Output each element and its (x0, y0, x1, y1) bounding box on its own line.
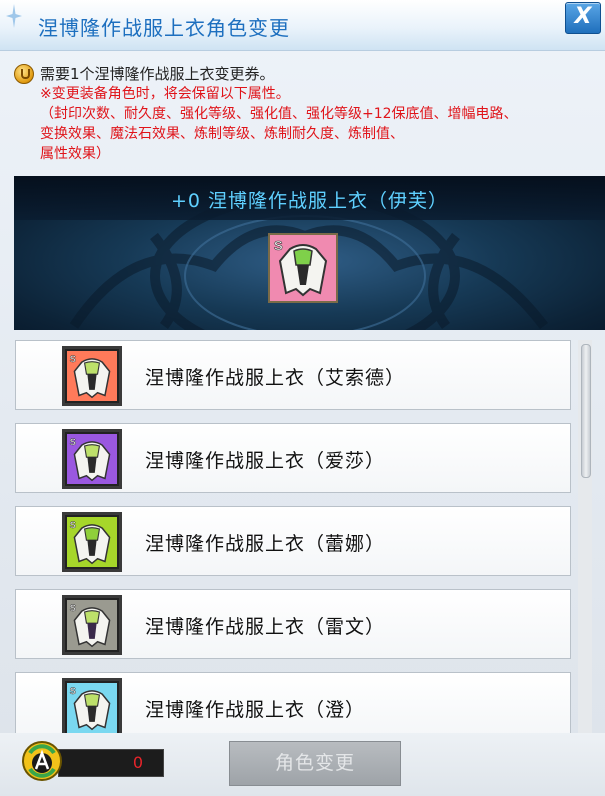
armor-top-icon: S (270, 235, 336, 301)
item-slot: S (62, 429, 122, 489)
svg-text:S: S (70, 437, 76, 447)
svg-text:S: S (70, 354, 76, 364)
grade-icon: S (274, 238, 283, 253)
current-item-label: +0 涅博隆作战服上衣（伊芙） (170, 190, 449, 212)
footer-bar: 0 角色变更 (0, 733, 605, 796)
item-slot: S (62, 595, 122, 655)
list-item[interactable]: S 涅博隆作战服上衣（爱莎） (15, 423, 571, 493)
warning-line: 属性效果） (40, 146, 110, 162)
scroll-thumb[interactable] (581, 344, 591, 478)
option-name: 涅博隆作战服上衣（雷文） (145, 616, 386, 638)
list-item[interactable]: S 涅博隆作战服上衣（雷文） (15, 589, 571, 659)
armor-top-icon: S (67, 434, 117, 484)
warning-line: ※变更装备角色时，将会保留以下属性。 (40, 86, 290, 102)
armor-top-icon: S (67, 351, 117, 401)
warning-text: ※变更装备角色时，将会保留以下属性。 （封印次数、耐久度、强化等级、强化值、强化… (40, 84, 518, 164)
svg-text:S: S (70, 603, 76, 613)
armor-top-icon: S (67, 517, 117, 567)
option-name: 涅博隆作战服上衣（爱莎） (145, 450, 386, 472)
item-slot: S (62, 512, 122, 572)
current-item-slot[interactable]: S (268, 233, 338, 303)
item-slot: S (62, 346, 122, 406)
option-name: 涅博隆作战服上衣（澄） (145, 699, 366, 721)
option-name: 涅博隆作战服上衣（蕾娜） (145, 533, 386, 555)
warning-line: 变换效果、魔法石效果、炼制等级、炼制耐久度、炼制值、 (40, 126, 404, 142)
list-item[interactable]: S 涅博隆作战服上衣（蕾娜） (15, 506, 571, 576)
title-bar: 涅博隆作战服上衣角色变更 X (0, 0, 605, 51)
warning-line: （封印次数、耐久度、强化等级、强化值、强化等级+12保底值、增幅电路、 (40, 106, 518, 122)
option-name: 涅博隆作战服上衣（艾索德） (145, 367, 406, 389)
close-icon: X (574, 4, 592, 29)
coin-icon (14, 64, 34, 84)
svg-text:S: S (70, 520, 76, 530)
role-options-list: S 涅博隆作战服上衣（艾索德） S 涅博隆作战服上衣（爱莎） S 涅博隆作战服上… (14, 340, 574, 740)
ticket-counter: 0 (58, 749, 164, 777)
change-ticket-icon (22, 741, 62, 781)
list-scrollbar[interactable] (578, 340, 592, 740)
notice-panel: 需要1个涅博隆作战服上衣变更券。 ※变更装备角色时，将会保留以下属性。 （封印次… (14, 60, 605, 170)
requirement-text: 需要1个涅博隆作战服上衣变更券。 (40, 65, 275, 83)
armor-top-icon: S (67, 600, 117, 650)
role-change-window: 涅博隆作战服上衣角色变更 X 需要1个涅博隆作战服上衣变更券。 ※变更装备角色时… (0, 0, 605, 796)
ticket-count: 0 (132, 753, 143, 772)
banner-header: +0 涅博隆作战服上衣（伊芙） (14, 176, 605, 220)
svg-text:S: S (70, 686, 76, 696)
list-item[interactable]: S 涅博隆作战服上衣（艾索德） (15, 340, 571, 410)
current-item-banner: +0 涅博隆作战服上衣（伊芙） S (14, 176, 605, 330)
list-item[interactable]: S 涅博隆作战服上衣（澄） (15, 672, 571, 740)
role-change-button[interactable]: 角色变更 (229, 741, 401, 786)
close-button[interactable]: X (565, 2, 601, 34)
armor-top-icon: S (67, 683, 117, 733)
item-slot: S (62, 678, 122, 738)
window-title: 涅博隆作战服上衣角色变更 (38, 16, 290, 40)
sparkle-icon (6, 4, 22, 28)
